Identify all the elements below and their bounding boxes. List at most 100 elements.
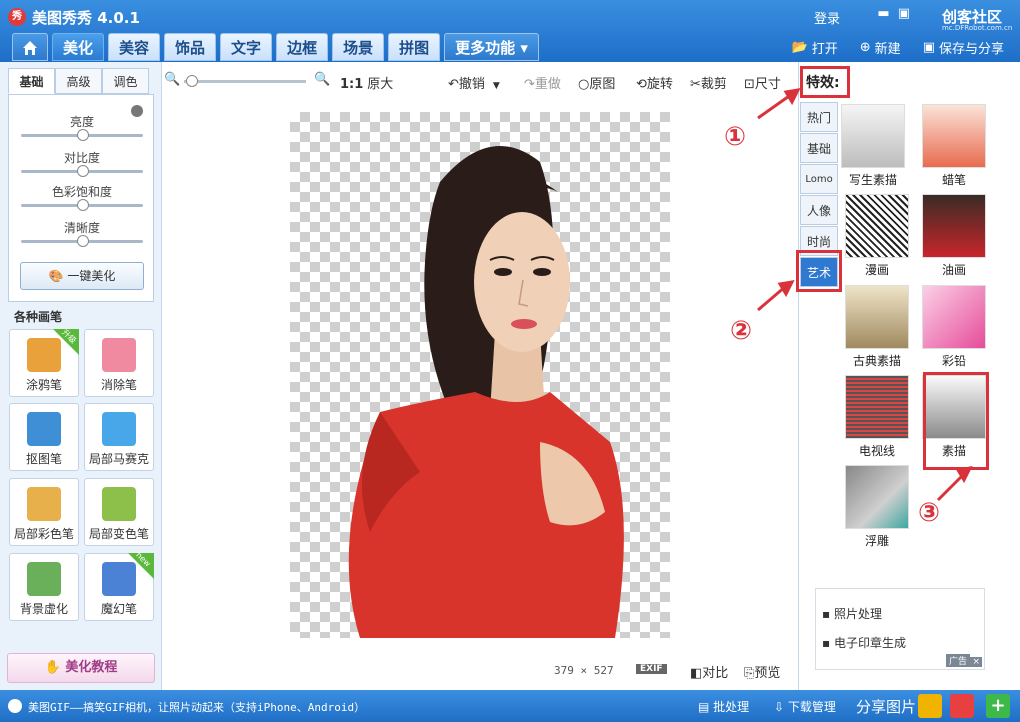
annotation-step-1: ① xyxy=(724,122,747,152)
tab-accessories[interactable]: 饰品 xyxy=(164,33,217,61)
mosaic-brush-button[interactable]: 局部马赛克 xyxy=(84,403,154,471)
save-share-button[interactable]: ▣ 保存与分享 xyxy=(923,38,1004,57)
tab-collage[interactable]: 拼图 xyxy=(388,33,441,61)
subtab-color[interactable]: 调色 xyxy=(102,68,149,94)
subtab-advanced[interactable]: 高级 xyxy=(55,68,102,94)
preview-label: 预览 xyxy=(754,666,781,681)
redo-icon: ↷ xyxy=(524,77,535,92)
preview-button[interactable]: ⎘预览 xyxy=(744,662,780,681)
blur-icon xyxy=(27,562,61,596)
eraser-brush-button[interactable]: 消除笔 xyxy=(84,329,154,397)
slider-track[interactable] xyxy=(21,129,143,141)
weibo-icon[interactable] xyxy=(950,694,974,718)
circle-icon: ○ xyxy=(578,77,590,92)
batch-button[interactable]: ▤ 批处理 xyxy=(698,698,749,715)
slider-track[interactable] xyxy=(21,199,143,211)
add-share-icon[interactable]: + xyxy=(986,694,1010,718)
background-blur-button[interactable]: 背景虚化 xyxy=(9,553,79,621)
batch-label: 批处理 xyxy=(713,700,750,714)
new-button[interactable]: ⊕ 新建 xyxy=(860,38,901,57)
left-panel: 基础 高级 调色 亮度 对比度 色彩饱和度 清晰度 🎨 一键美化 各种画笔 涂鸦… xyxy=(0,62,162,690)
slider-knob[interactable] xyxy=(77,165,89,177)
chevron-down-icon[interactable]: ▼ xyxy=(493,81,500,91)
contrast-slider: 对比度 xyxy=(9,149,155,177)
open-label: 打开 xyxy=(811,42,838,57)
redo-label: 重做 xyxy=(534,77,561,92)
folder-icon: 📂 xyxy=(791,40,808,55)
undo-icon: ↶ xyxy=(448,77,459,92)
rotate-button[interactable]: ⟲旋转 xyxy=(636,73,673,92)
undo-button[interactable]: ↶撤销 ▼ xyxy=(448,73,500,92)
compare-button[interactable]: ◧对比 xyxy=(690,662,728,681)
annotation-step-2: ② xyxy=(730,316,753,346)
rotate-icon: ⟲ xyxy=(636,77,647,92)
ad-item-photo[interactable]: ▪ 照片处理 xyxy=(822,605,984,622)
minimize-icon[interactable]: ▬ xyxy=(877,6,889,21)
slider-knob[interactable] xyxy=(77,235,89,247)
zoom-out-icon[interactable]: 🔍 xyxy=(164,72,180,87)
zoom-slider[interactable] xyxy=(184,80,306,83)
local-color-brush-button[interactable]: 局部彩色笔 xyxy=(9,478,79,546)
one-click-beautify-button[interactable]: 🎨 一键美化 xyxy=(20,262,144,290)
ad-item-seal[interactable]: ▪ 电子印章生成 xyxy=(822,634,984,651)
subtab-basic[interactable]: 基础 xyxy=(8,68,55,94)
original-button[interactable]: ○原图 xyxy=(578,73,615,92)
annotation-arrows xyxy=(757,88,973,502)
qzone-icon[interactable] xyxy=(918,694,942,718)
doodle-brush-button[interactable]: 涂鸦笔 升级 xyxy=(9,328,79,397)
original-label: 原图 xyxy=(589,77,616,92)
zoom-in-icon[interactable]: 🔍 xyxy=(314,72,330,87)
cutout-brush-button[interactable]: 抠图笔 xyxy=(9,403,79,471)
window-controls: ▬ ▣ xyxy=(877,6,910,21)
open-button[interactable]: 📂 打开 xyxy=(792,38,838,57)
batch-icon: ▤ xyxy=(698,700,710,714)
recolor-brush-button[interactable]: 局部变色笔 xyxy=(84,478,154,546)
slider-knob[interactable] xyxy=(77,199,89,211)
watermark-sub: mc.DFRobot.com.cn xyxy=(941,24,1013,32)
slider-label: 亮度 xyxy=(69,115,94,129)
zoom-knob[interactable] xyxy=(186,75,198,87)
paint-brush-icon xyxy=(27,487,61,521)
home-icon xyxy=(23,41,37,55)
mosaic-icon xyxy=(102,412,136,446)
cutout-pen-icon xyxy=(27,412,61,446)
tutorial-button[interactable]: ✋ 美化教程 xyxy=(7,653,155,683)
brush-label: 局部彩色笔 xyxy=(13,527,74,541)
login-link[interactable]: 登录 xyxy=(814,8,840,27)
promo-message[interactable]: 美图GIF——搞笑GIF相机，让照片动起来（支持iPhone、Android） xyxy=(28,699,365,715)
tab-beauty[interactable]: 美容 xyxy=(108,33,161,61)
ad-close-icon[interactable]: × xyxy=(970,657,982,667)
tab-text[interactable]: 文字 xyxy=(220,33,273,61)
status-bar: 美图GIF——搞笑GIF相机，让照片动起来（支持iPhone、Android） … xyxy=(0,690,1020,722)
eraser-icon xyxy=(102,338,136,372)
exif-button[interactable]: EXIF xyxy=(636,664,667,674)
annotation-step-3: ③ xyxy=(918,498,941,528)
share-label: 分享图片 xyxy=(856,698,917,716)
app-title: 美图秀秀 4.0.1 xyxy=(32,9,140,27)
image-dimensions: 379 × 527 xyxy=(554,664,614,677)
slider-track[interactable] xyxy=(21,235,143,247)
portrait-image xyxy=(348,146,624,638)
redo-button[interactable]: ↷重做 xyxy=(524,73,561,92)
tab-more[interactable]: 更多功能 ▾ xyxy=(444,33,539,61)
slider-track[interactable] xyxy=(21,165,143,177)
original-size-label: 原大 xyxy=(367,77,394,92)
title-bar: 秀 美图秀秀 4.0.1 登录 ▬ ▣ 创客社区 mc.DFRobot.com.… xyxy=(0,0,1020,62)
one-click-label: 一键美化 xyxy=(67,269,116,283)
ad-label: 照片处理 xyxy=(833,607,882,621)
watermark: 创客社区 mc.DFRobot.com.cn xyxy=(942,6,1012,32)
rotate-label: 旋转 xyxy=(646,77,673,92)
magic-brush-button[interactable]: 魔幻笔 new xyxy=(84,550,154,621)
tab-beautify[interactable]: 美化 xyxy=(52,33,105,61)
tab-scene[interactable]: 场景 xyxy=(332,33,385,61)
skin-icon[interactable]: ▣ xyxy=(898,6,910,21)
download-manager-button[interactable]: ⇩ 下载管理 xyxy=(774,698,836,715)
slider-knob[interactable] xyxy=(77,129,89,141)
home-tab[interactable] xyxy=(12,33,48,61)
slider-label: 对比度 xyxy=(63,151,100,165)
actual-size-button[interactable]: 1:1 原大 xyxy=(340,73,393,92)
photo-canvas[interactable] xyxy=(290,112,670,638)
brush-label: 魔幻笔 xyxy=(100,602,137,616)
tab-border[interactable]: 边框 xyxy=(276,33,329,61)
scissors-icon: ✂ xyxy=(690,77,701,92)
